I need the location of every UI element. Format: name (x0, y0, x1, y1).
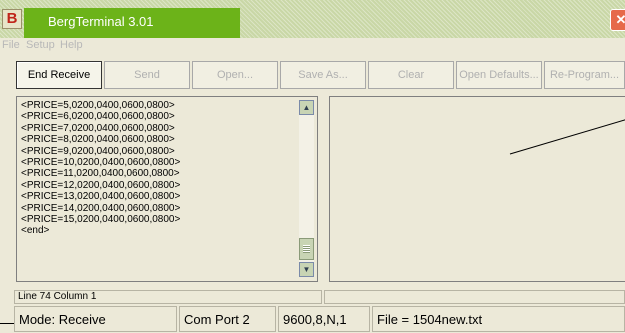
open-button[interactable]: Open... (192, 61, 278, 89)
app-logo-icon[interactable]: B (2, 9, 22, 29)
send-button[interactable]: Send (104, 61, 190, 89)
scrollbar-thumb[interactable] (299, 238, 314, 260)
menu-file[interactable]: File (2, 39, 20, 51)
receive-log-text[interactable]: <PRICE=5,0200,0400,0600,0800> <PRICE=6,0… (21, 100, 180, 237)
cursor-position: Line 74 Column 1 (14, 290, 322, 304)
save-as-button[interactable]: Save As... (280, 61, 366, 89)
log-line: <PRICE=9,0200,0400,0600,0800> (21, 145, 175, 157)
log-line: <PRICE=13,0200,0400,0600,0800> (21, 191, 181, 203)
status-bar-bottom: Mode: Receive Com Port 2 9600,8,N,1 File… (0, 306, 625, 332)
mode-status: Mode: Receive (14, 306, 177, 332)
scroll-down-icon[interactable]: ▼ (299, 262, 314, 277)
port-status: Com Port 2 (179, 306, 276, 332)
log-line: <PRICE=11,0200,0400,0600,0800> (21, 168, 180, 180)
menu-setup[interactable]: Setup (26, 39, 55, 51)
end-receive-button[interactable]: End Receive (16, 61, 102, 89)
file-status: File = 1504new.txt (372, 306, 625, 332)
close-window-button[interactable]: ✕ (610, 9, 625, 31)
toolbar: End Receive Send Open... Save As... Clea… (0, 56, 625, 92)
title-bar[interactable]: B BergTerminal 3.01 ✕ (0, 0, 625, 38)
status-empty-cell (324, 290, 625, 304)
serial-settings-status: 9600,8,N,1 (278, 306, 370, 332)
send-panel[interactable] (329, 96, 625, 282)
status-bar-top: Line 74 Column 1 (14, 290, 625, 304)
log-line: <PRICE=10,0200,0400,0600,0800> (21, 157, 181, 169)
log-line: <end> (21, 225, 50, 237)
log-scrollbar[interactable]: ▲ ▼ (299, 100, 314, 277)
log-line: <PRICE=8,0200,0400,0600,0800> (21, 134, 175, 146)
log-line: <PRICE=15,0200,0400,0600,0800> (21, 214, 181, 226)
log-line: <PRICE=14,0200,0400,0600,0800> (21, 202, 181, 214)
menu-help[interactable]: Help (60, 39, 83, 51)
panel-line-graphic (509, 119, 625, 155)
log-line: <PRICE=12,0200,0400,0600,0800> (21, 179, 181, 191)
receive-log-panel[interactable]: <PRICE=5,0200,0400,0600,0800> <PRICE=6,0… (16, 96, 318, 282)
open-defaults-button[interactable]: Open Defaults... (456, 61, 542, 89)
scroll-up-icon[interactable]: ▲ (299, 100, 314, 115)
re-program-button[interactable]: Re-Program... (544, 61, 625, 89)
menu-bar: File Setup Help (0, 38, 625, 54)
log-line: <PRICE=6,0200,0400,0600,0800> (21, 111, 175, 123)
window-title: BergTerminal 3.01 (48, 14, 154, 29)
corner-tick (0, 323, 14, 324)
log-line: <PRICE=5,0200,0400,0600,0800> (21, 100, 175, 111)
log-line: <PRICE=7,0200,0400,0600,0800> (21, 122, 175, 134)
clear-button[interactable]: Clear (368, 61, 454, 89)
